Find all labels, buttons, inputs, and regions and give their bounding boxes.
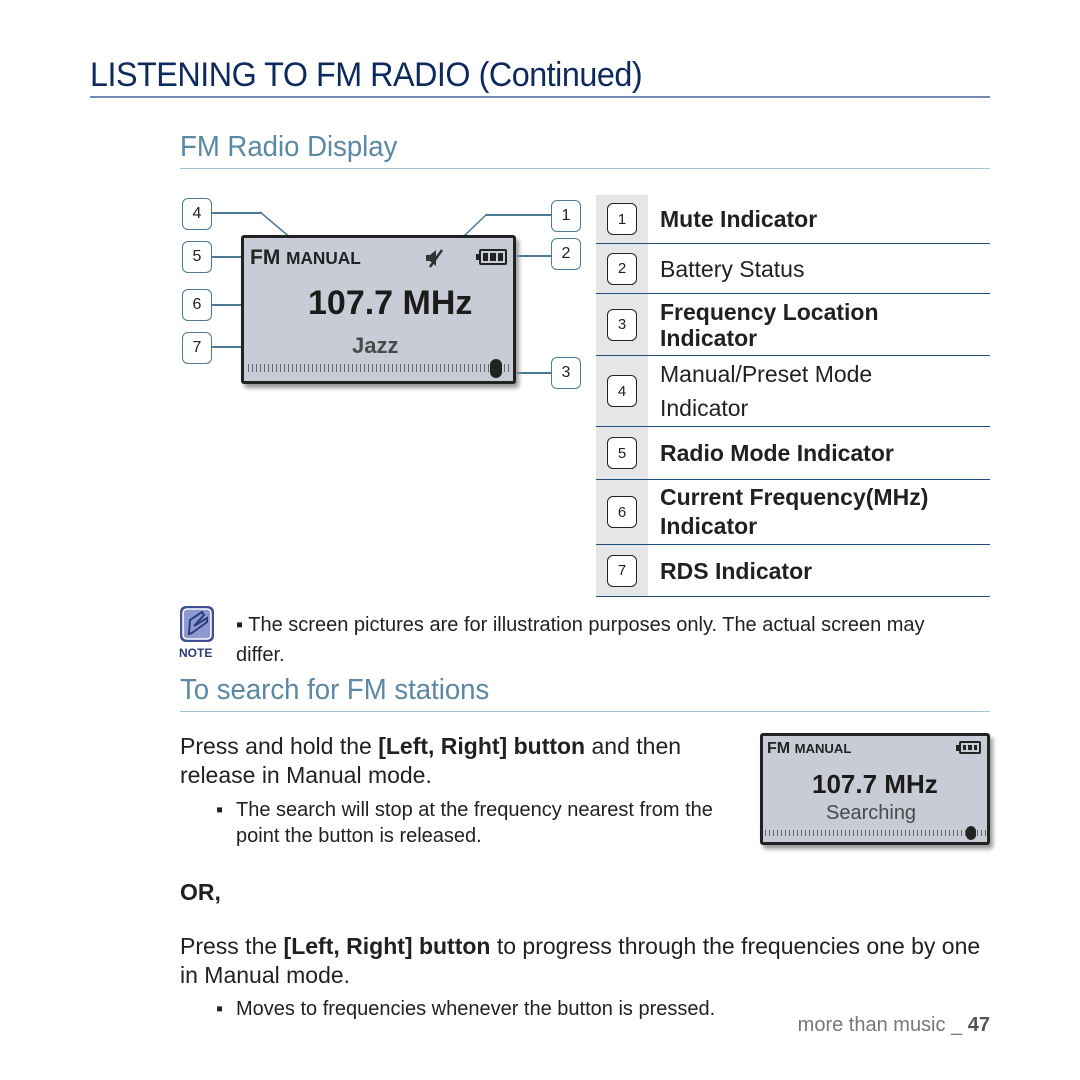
legend-label-line: Frequency Location [660, 298, 879, 325]
leader-line-4 [212, 212, 262, 214]
legend-row-4: 4 Manual/Preset Mode Indicator [596, 356, 990, 427]
legend-number: 5 [607, 437, 637, 469]
current-frequency: 107.7 MHz [812, 769, 938, 799]
radio-mode-indicator: FM MANUAL [250, 246, 361, 270]
callout-2: 2 [551, 238, 581, 270]
page-number: 47 [967, 1014, 990, 1036]
indicator-legend: 1 Mute Indicator 2 Battery Status 3 Freq… [596, 195, 990, 597]
note-label: NOTE [179, 646, 213, 660]
legend-label: Current Frequency(MHz) Indicator [648, 480, 928, 544]
battery-icon [476, 249, 507, 265]
callout-4: 4 [182, 198, 212, 230]
search-step-2-bullet: ▪ Moves to frequencies whenever the butt… [216, 998, 716, 1020]
leader-line-1 [486, 214, 552, 216]
bullet-marker: ▪ [216, 998, 224, 1020]
frequency-scale [765, 830, 987, 836]
legend-number: 2 [607, 252, 637, 285]
mute-icon [426, 249, 444, 268]
legend-number: 1 [607, 203, 637, 235]
button-name: [Left, Right] button [283, 933, 491, 959]
page-footer: more than music _ 47 [798, 1014, 990, 1037]
section-heading-search: To search for FM stations [180, 674, 490, 706]
footer-text: more than music _ [797, 1014, 963, 1036]
rds-text: Jazz [352, 333, 399, 358]
section-heading-fm-display: FM Radio Display [180, 131, 398, 163]
bullet-marker: ▪ [216, 799, 224, 821]
search-step-1: Press and hold the [Left, Right] button … [180, 733, 682, 788]
section-divider [180, 711, 990, 712]
callout-3: 3 [551, 357, 581, 389]
legend-row-1: 1 Mute Indicator [596, 195, 990, 244]
legend-label-line: Manual/Preset Mode [660, 361, 873, 387]
searching-status: Searching [826, 802, 917, 824]
search-step-1-bullet: ▪ The search will stop at the frequency … [216, 799, 713, 847]
legend-label: RDS Indicator [660, 557, 813, 584]
section-divider [180, 168, 990, 169]
battery-icon [956, 741, 981, 754]
frequency-location-marker[interactable] [966, 826, 976, 840]
lcd-screen: FM MANUAL 107.7 MHz Jazz [241, 235, 516, 384]
legend-number: 6 [607, 496, 637, 528]
title-divider [90, 96, 990, 98]
page-title: LISTENING TO FM RADIO (Continued) [90, 56, 643, 94]
legend-label-line: Indicator [660, 324, 758, 351]
lcd-screen-searching: FM MANUAL 107.7 MHz Searching [760, 733, 990, 845]
radio-mode-indicator: FM MANUAL [767, 740, 852, 757]
or-label: OR, [180, 879, 221, 905]
note-icon [180, 606, 214, 642]
legend-label-line: Indicator [660, 395, 749, 421]
legend-number: 3 [607, 308, 637, 341]
legend-label-line: Indicator [660, 513, 758, 539]
callout-1: 1 [551, 200, 581, 232]
legend-row-5: 5 Radio Mode Indicator [596, 427, 990, 480]
legend-label: Radio Mode Indicator [660, 440, 894, 466]
legend-label: Manual/Preset Mode Indicator [648, 356, 872, 426]
legend-label: Mute Indicator [660, 206, 818, 232]
legend-number: 4 [607, 375, 637, 407]
legend-row-3: 3 Frequency Location Indicator [596, 294, 990, 356]
note-text: ▪ The screen pictures are for illustrati… [236, 614, 925, 666]
current-frequency: 107.7 MHz [308, 284, 473, 322]
button-name: [Left, Right] button [378, 733, 586, 759]
band-label: FM [250, 246, 281, 269]
legend-row-2: 2 Battery Status [596, 244, 990, 294]
legend-label: Battery Status [660, 255, 805, 282]
callout-6: 6 [182, 289, 212, 321]
search-step-2: Press the [Left, Right] button to progre… [180, 933, 981, 988]
frequency-scale [248, 364, 510, 372]
legend-number: 7 [607, 554, 637, 587]
manual-mode-label: MANUAL [286, 248, 361, 268]
legend-label: Frequency Location Indicator [648, 294, 879, 355]
legend-row-6: 6 Current Frequency(MHz) Indicator [596, 480, 990, 545]
legend-row-7: 7 RDS Indicator [596, 545, 990, 597]
callout-7: 7 [182, 332, 212, 364]
frequency-location-marker[interactable] [490, 359, 502, 378]
legend-label-line: Current Frequency(MHz) [660, 484, 929, 510]
callout-5: 5 [182, 241, 212, 273]
